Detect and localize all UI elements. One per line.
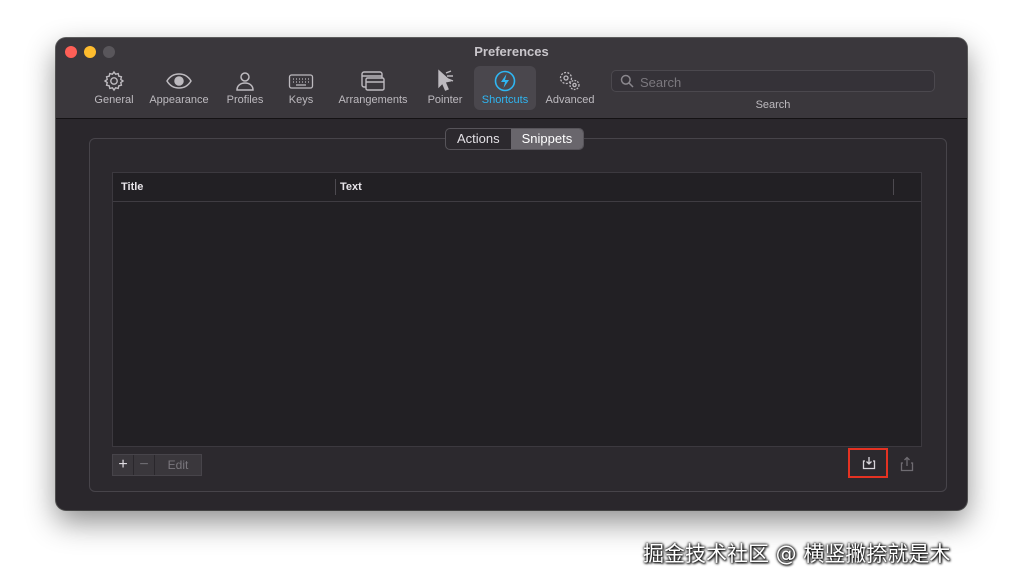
tab-snippets[interactable]: Snippets (510, 129, 584, 149)
eye-icon (166, 73, 192, 89)
column-header-text[interactable]: Text (340, 181, 362, 193)
toolbar-arrangements-label: Arrangements (338, 94, 408, 106)
preferences-window: Preferences General Appearance Profiles (56, 38, 967, 510)
toolbar-pointer[interactable]: Pointer (421, 66, 469, 110)
remove-snippet-button[interactable]: − (134, 455, 155, 475)
snippet-edit-controls: + − Edit (112, 454, 202, 476)
toolbar-keys-label: Keys (288, 94, 314, 106)
gears-icon (559, 71, 580, 91)
column-divider[interactable] (893, 179, 894, 195)
titlebar: Preferences General Appearance Profiles (56, 38, 967, 119)
pointer-icon (438, 69, 454, 91)
search-field[interactable] (611, 70, 935, 92)
toolbar-appearance[interactable]: Appearance (146, 66, 212, 110)
column-header-title[interactable]: Title (121, 181, 143, 193)
search-icon (620, 74, 634, 88)
search-input[interactable] (638, 72, 932, 92)
window-title: Preferences (474, 44, 549, 59)
gear-icon (103, 70, 125, 92)
toolbar-arrangements[interactable]: Arrangements (333, 66, 413, 110)
column-divider[interactable] (335, 179, 336, 195)
toolbar-profiles[interactable]: Profiles (221, 66, 269, 110)
toolbar-profiles-label: Profiles (226, 94, 264, 106)
lightning-icon (494, 70, 516, 92)
toolbar-advanced-label: Advanced (545, 94, 595, 106)
windows-icon (361, 71, 385, 91)
toolbar-shortcuts-label: Shortcuts (481, 94, 529, 106)
toolbar-advanced[interactable]: Advanced (542, 66, 598, 110)
toolbar-appearance-label: Appearance (149, 94, 209, 106)
toolbar-shortcuts[interactable]: Shortcuts (474, 66, 536, 110)
table-header: Title Text (113, 173, 921, 202)
actions-snippets-tabs: Actions Snippets (445, 128, 585, 150)
edit-snippet-button[interactable]: Edit (155, 455, 201, 475)
person-icon (236, 72, 254, 91)
search-area: Search (611, 70, 935, 111)
toolbar-keys[interactable]: Keys (278, 66, 324, 110)
toolbar-general-label: General (94, 94, 134, 106)
snippets-table[interactable]: Title Text (112, 172, 922, 447)
toolbar-general[interactable]: General (90, 66, 138, 110)
import-button[interactable] (848, 448, 888, 478)
add-snippet-button[interactable]: + (113, 455, 134, 475)
toolbar-pointer-label: Pointer (427, 94, 463, 106)
search-label: Search (755, 99, 791, 111)
export-icon[interactable] (900, 456, 914, 472)
tab-actions[interactable]: Actions (446, 129, 511, 149)
import-icon (862, 457, 876, 470)
keyboard-icon (288, 74, 314, 89)
watermark-text: 掘金技术社区 @ 横竖撇捺就是木 (643, 542, 951, 566)
